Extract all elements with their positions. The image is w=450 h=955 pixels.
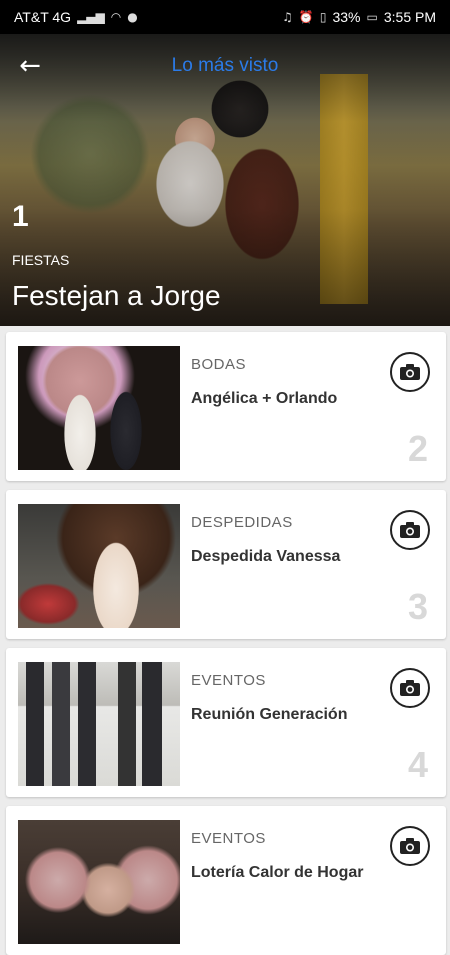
camera-icon [400,680,420,696]
signal-icon: ▂▄▆ [77,10,105,24]
camera-icon [400,364,420,380]
gallery-button[interactable] [390,510,430,550]
wifi-icon: ◠ [110,10,122,24]
top-bar: ← Lo más visto [0,34,450,98]
item-title[interactable]: Despedida Vanessa [191,548,340,566]
page-title: Lo más visto [171,55,279,76]
vibrate-icon: ▯ [319,10,327,24]
clock: 3:55 PM [383,9,436,25]
battery-percent: 33% [332,9,361,25]
gallery-button[interactable] [390,668,430,708]
list-item[interactable]: EVENTOS Lotería Calor de Hogar [6,806,446,955]
headphones-icon: ♫ [282,10,293,24]
back-button[interactable]: ← [0,34,60,98]
item-thumbnail[interactable] [18,662,180,786]
list-item[interactable]: DESPEDIDAS Despedida Vanessa 3 [6,490,446,639]
camera-icon [400,522,420,538]
list-item[interactable]: EVENTOS Reunión Generación 4 [6,648,446,797]
carrier-label: AT&T 4G [14,9,72,25]
item-thumbnail[interactable] [18,346,180,470]
spotify-icon: ● [127,10,138,24]
alarm-icon: ⏰ [298,10,314,24]
battery-icon: ▭ [366,10,378,24]
item-title[interactable]: Lotería Calor de Hogar [191,864,363,882]
item-rank: 3 [407,586,429,627]
item-title[interactable]: Angélica + Orlando [191,390,337,408]
status-bar: AT&T 4G ▂▄▆ ◠ ● ♫ ⏰ ▯ 33% ▭ 3:55 PM [0,0,450,34]
camera-icon [400,838,420,854]
item-category: DESPEDIDAS [191,514,293,531]
list-item[interactable]: BODAS Angélica + Orlando 2 [6,332,446,481]
gallery-button[interactable] [390,826,430,866]
item-category: EVENTOS [191,830,266,847]
item-thumbnail[interactable] [18,820,180,944]
status-left: AT&T 4G ▂▄▆ ◠ ● [14,9,138,25]
featured-rank: 1 [12,200,29,233]
arrow-left-icon: ← [19,51,41,81]
status-right: ♫ ⏰ ▯ 33% ▭ 3:55 PM [282,9,436,25]
item-category: BODAS [191,356,247,373]
item-thumbnail[interactable] [18,504,180,628]
item-title[interactable]: Reunión Generación [191,706,347,724]
featured-title[interactable]: Festejan a Jorge [12,280,221,312]
featured-category: FIESTAS [12,252,70,268]
gallery-button[interactable] [390,352,430,392]
item-rank: 4 [407,744,429,785]
item-rank: 2 [407,428,429,469]
item-category: EVENTOS [191,672,266,689]
